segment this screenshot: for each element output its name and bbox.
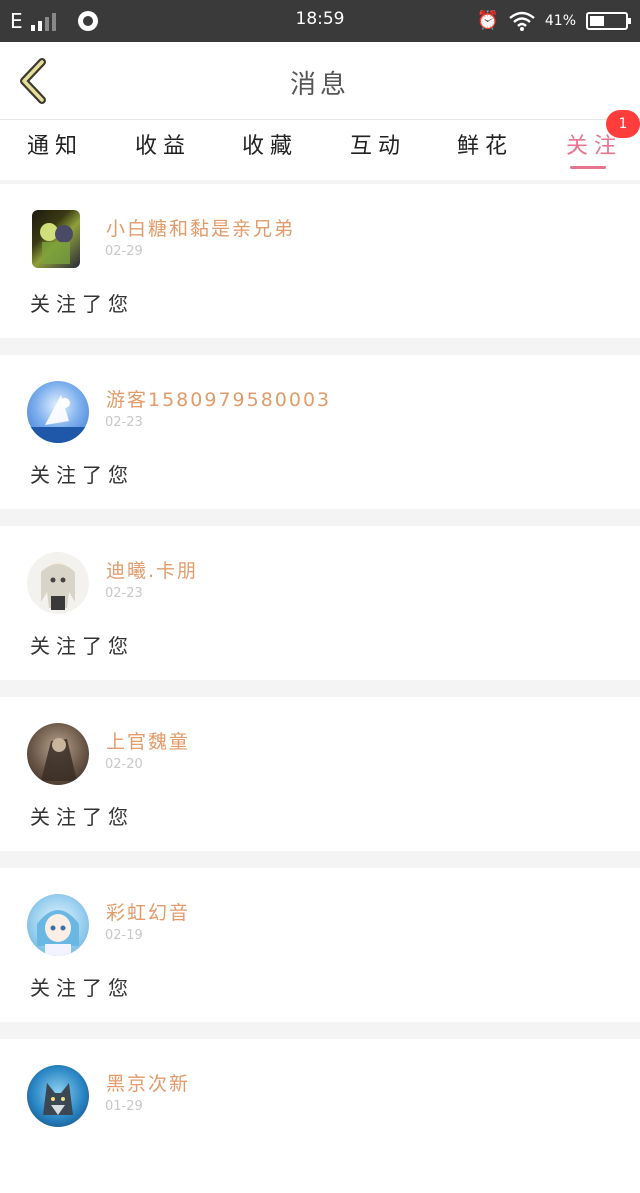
sender-name[interactable]: 彩虹幻音 [106, 898, 190, 925]
list-item[interactable]: 上官魏童 02-20 关注了您 [0, 697, 640, 851]
page-title: 消息 [289, 70, 350, 100]
message-text: 关注了您 [30, 634, 134, 658]
battery-fill [590, 16, 604, 26]
message-text: 关注了您 [30, 463, 134, 487]
list-item[interactable]: 小白糖和黏是亲兄弟 02-29 关注了您 [0, 184, 640, 338]
avatar-image [41, 562, 75, 610]
message-text: 关注了您 [30, 976, 134, 1000]
message-date: 02-23 [105, 586, 143, 601]
sender-name[interactable]: 小白糖和黏是亲兄弟 [106, 214, 295, 241]
message-text: 关注了您 [30, 292, 134, 316]
sender-name[interactable]: 迪曦.卡朋 [106, 556, 198, 583]
list-item[interactable]: 黑京次新 01-29 [0, 1039, 640, 1193]
header: 消息 [0, 42, 640, 120]
tab-bar: 通知 收益 收藏 互动 鲜花 关注 [0, 120, 640, 180]
wifi-icon [509, 11, 535, 31]
message-date: 02-20 [105, 757, 143, 772]
avatar[interactable] [27, 381, 89, 443]
active-tab-indicator [570, 166, 606, 169]
avatar-image [41, 738, 77, 781]
list-item[interactable]: 迪曦.卡朋 02-23 关注了您 [0, 526, 640, 680]
avatar[interactable] [32, 210, 80, 268]
tab-earnings[interactable]: 收益 [135, 128, 191, 160]
tab-flowers[interactable]: 鲜花 [457, 128, 513, 160]
sender-name[interactable]: 上官魏童 [106, 727, 190, 754]
sender-name[interactable]: 黑京次新 [106, 1069, 190, 1096]
list-item[interactable]: 游客1580979580003 02-23 关注了您 [0, 355, 640, 509]
message-date: 02-29 [105, 244, 143, 259]
tab-favorites[interactable]: 收藏 [242, 128, 298, 160]
message-text: 关注了您 [30, 805, 134, 829]
avatar[interactable] [27, 894, 89, 956]
sender-name[interactable]: 游客1580979580003 [106, 385, 331, 412]
tab-interaction[interactable]: 互动 [350, 128, 406, 160]
message-date: 01-29 [105, 1099, 143, 1114]
alarm-icon: ⏰ [476, 10, 499, 31]
battery-icon [586, 12, 631, 30]
notification-badge: 1 [606, 110, 640, 138]
battery-percent: 41% [544, 13, 576, 29]
tab-notify[interactable]: 通知 [27, 128, 83, 160]
message-date: 02-19 [105, 928, 143, 943]
avatar[interactable] [27, 1065, 89, 1127]
status-right: ⏰ 41% [476, 8, 631, 34]
avatar-image [40, 223, 73, 264]
status-bar: E 18:59 ⏰ 41% [0, 0, 640, 42]
avatar-image [43, 1083, 73, 1115]
list-item[interactable]: 彩虹幻音 02-19 关注了您 [0, 868, 640, 1022]
avatar[interactable] [27, 552, 89, 614]
avatar-image [37, 910, 79, 956]
avatar-image [27, 395, 89, 443]
message-date: 02-23 [105, 415, 143, 430]
avatar[interactable] [27, 723, 89, 785]
